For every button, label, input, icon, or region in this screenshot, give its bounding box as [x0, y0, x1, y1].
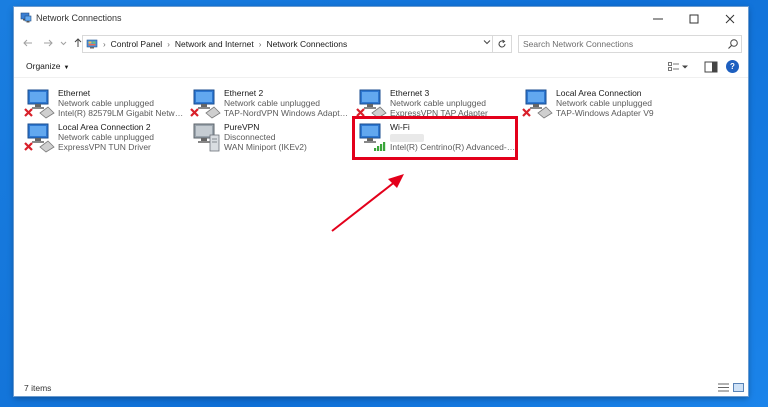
- connections-list: Ethernet Network cable unplugged Intel(R…: [14, 77, 748, 377]
- connection-status: Network cable unplugged: [224, 98, 320, 108]
- list-item[interactable]: PureVPN Disconnected WAN Miniport (IKEv2…: [190, 119, 350, 153]
- vpn-connection-icon: [193, 123, 220, 152]
- breadcrumb-separator-icon[interactable]: ›: [259, 40, 262, 49]
- list-item[interactable]: Wi-Fi Intel(R) Centrino(R) Advanced-N ..…: [356, 119, 516, 153]
- item-details: Wi-Fi Intel(R) Centrino(R) Advanced-N ..…: [390, 122, 516, 152]
- minimize-button[interactable]: [640, 7, 676, 31]
- maximize-button[interactable]: [676, 7, 712, 31]
- connection-name: Wi-Fi: [390, 122, 410, 132]
- network-connections-window: Network Connections › Control Panel › Ne…: [14, 7, 748, 396]
- connection-name: PureVPN: [224, 122, 260, 132]
- maximize-icon: [689, 14, 699, 24]
- connection-name: Ethernet 2: [224, 88, 264, 98]
- search-box[interactable]: [518, 35, 742, 53]
- close-button[interactable]: [712, 7, 748, 31]
- connection-adapter: ExpressVPN TAP Adapter: [390, 108, 488, 118]
- breadcrumb-network-and-internet[interactable]: Network and Internet: [175, 39, 254, 49]
- connection-status: Network cable unplugged: [58, 132, 154, 142]
- breadcrumb-separator-icon[interactable]: ›: [167, 40, 170, 49]
- connection-name: Local Area Connection: [556, 88, 642, 98]
- caret-down-icon: ▼: [63, 65, 70, 71]
- item-details: Local Area Connection Network cable unpl…: [556, 88, 682, 118]
- organize-label: Organize: [26, 61, 61, 71]
- connection-status: Disconnected: [224, 132, 276, 142]
- connection-adapter: Intel(R) Centrino(R) Advanced-N ...: [390, 142, 516, 152]
- network-connections-icon: [20, 12, 32, 23]
- forward-button[interactable]: [40, 35, 56, 51]
- list-item[interactable]: Ethernet Network cable unplugged Intel(R…: [24, 85, 184, 119]
- search-icon: [728, 39, 738, 49]
- ethernet-disconnected-icon: [24, 89, 55, 119]
- address-history-dropdown[interactable]: [483, 38, 491, 48]
- breadcrumb-separator-icon: ›: [103, 39, 106, 49]
- title-bar[interactable]: Network Connections: [14, 7, 748, 31]
- wifi-connected-icon: [359, 123, 386, 151]
- breadcrumb-network-connections[interactable]: Network Connections: [266, 39, 347, 49]
- recent-locations-button[interactable]: [58, 35, 68, 51]
- change-view-button[interactable]: [668, 60, 690, 74]
- list-item[interactable]: Ethernet 2 Network cable unplugged TAP-N…: [190, 85, 350, 119]
- window-title: Network Connections: [36, 13, 122, 23]
- refresh-icon: [498, 39, 506, 48]
- connection-name: Ethernet: [58, 88, 91, 98]
- item-details: Ethernet 3 Network cable unplugged Expre…: [390, 88, 516, 118]
- breadcrumb: › Control Panel › Network and Internet ›…: [103, 39, 347, 49]
- close-icon: [725, 14, 735, 24]
- preview-pane-icon[interactable]: [704, 60, 718, 74]
- ethernet-disconnected-icon: [24, 123, 55, 153]
- chevron-down-icon: [483, 40, 491, 45]
- breadcrumb-control-panel[interactable]: Control Panel: [111, 39, 163, 49]
- ethernet-disconnected-icon: [522, 89, 553, 119]
- item-details: Ethernet Network cable unplugged Intel(R…: [58, 88, 184, 118]
- connection-status: Network cable unplugged: [58, 98, 154, 108]
- connection-status: Network cable unplugged: [556, 98, 652, 108]
- details-view-icon[interactable]: [718, 383, 729, 392]
- organize-menu[interactable]: Organize ▼: [26, 61, 69, 71]
- ethernet-disconnected-icon: [356, 89, 387, 119]
- status-bar: 7 items: [14, 379, 748, 396]
- connection-adapter: TAP-NordVPN Windows Adapter ...: [224, 108, 350, 118]
- large-icons-view-icon[interactable]: [733, 383, 744, 392]
- help-label: ?: [730, 62, 735, 71]
- address-bar[interactable]: › Control Panel › Network and Internet ›…: [82, 35, 512, 53]
- back-button[interactable]: [20, 35, 36, 51]
- connection-adapter: TAP-Windows Adapter V9: [556, 108, 654, 118]
- item-details: Ethernet 2 Network cable unplugged TAP-N…: [224, 88, 350, 118]
- control-panel-icon: [86, 39, 98, 49]
- arrow-right-icon: [44, 39, 53, 47]
- connection-adapter: Intel(R) 82579LM Gigabit Network...: [58, 108, 184, 118]
- redacted-network-name: [390, 133, 424, 142]
- minimize-icon: [653, 18, 663, 20]
- connection-adapter: ExpressVPN TUN Driver: [58, 142, 151, 152]
- ethernet-disconnected-icon: [190, 89, 221, 119]
- item-details: Local Area Connection 2 Network cable un…: [58, 122, 184, 152]
- chevron-down-icon: [60, 41, 66, 45]
- connection-name: Ethernet 3: [390, 88, 430, 98]
- connection-status: [390, 132, 516, 142]
- view-options-icon: [668, 62, 679, 71]
- item-count: 7 items: [24, 383, 52, 393]
- arrow-left-icon: [23, 39, 32, 47]
- help-button[interactable]: ?: [726, 60, 739, 73]
- navigation-bar: › Control Panel › Network and Internet ›…: [14, 31, 748, 57]
- caret-down-icon: [682, 65, 688, 69]
- list-item[interactable]: Local Area Connection 2 Network cable un…: [24, 119, 184, 153]
- command-bar: Organize ▼ ?: [14, 57, 748, 78]
- search-input[interactable]: [523, 37, 719, 51]
- list-item[interactable]: Local Area Connection Network cable unpl…: [522, 85, 682, 119]
- item-details: PureVPN Disconnected WAN Miniport (IKEv2…: [224, 122, 350, 152]
- list-item[interactable]: Ethernet 3 Network cable unplugged Expre…: [356, 85, 516, 119]
- connection-name: Local Area Connection 2: [58, 122, 151, 132]
- refresh-button[interactable]: [492, 35, 512, 53]
- connection-adapter: WAN Miniport (IKEv2): [224, 142, 307, 152]
- connection-status: Network cable unplugged: [390, 98, 486, 108]
